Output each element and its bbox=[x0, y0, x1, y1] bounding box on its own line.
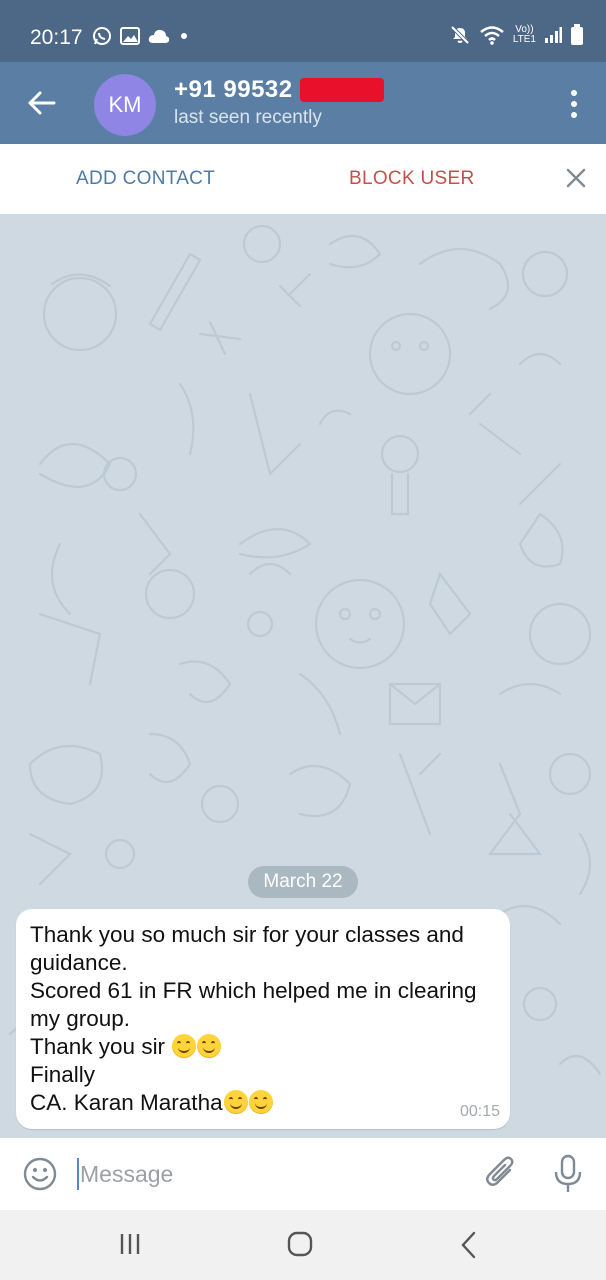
message-line-with-emoji: Thank you sir bbox=[30, 1033, 496, 1061]
message-line: CA. Karan Maratha bbox=[30, 1090, 223, 1115]
message-input[interactable] bbox=[80, 1154, 460, 1194]
cloud-icon bbox=[148, 29, 170, 43]
battery-icon bbox=[571, 24, 583, 45]
status-time: 20:17 bbox=[30, 26, 83, 49]
signal-icon bbox=[545, 27, 562, 43]
date-separator: March 22 bbox=[248, 866, 358, 898]
nav-back-icon[interactable] bbox=[458, 1230, 480, 1260]
close-icon[interactable] bbox=[564, 166, 588, 190]
redaction-mark bbox=[300, 78, 384, 102]
whatsapp-icon bbox=[93, 27, 111, 45]
smiling-face-emoji-icon bbox=[248, 1090, 273, 1114]
back-arrow-icon[interactable] bbox=[24, 86, 58, 120]
message-line: guidance. bbox=[30, 950, 128, 975]
more-options-icon[interactable] bbox=[566, 88, 582, 120]
message-composer bbox=[0, 1138, 606, 1210]
gallery-icon bbox=[120, 27, 140, 45]
text-cursor bbox=[77, 1158, 79, 1190]
attachment-icon[interactable] bbox=[484, 1154, 518, 1192]
chat-header: KM +91 99532 last seen recently bbox=[0, 62, 606, 144]
smiling-face-emoji-icon bbox=[172, 1034, 197, 1058]
status-bar: 20:17 Vo)) LTE1 bbox=[0, 0, 606, 62]
dot-icon bbox=[181, 33, 187, 39]
system-nav-bar bbox=[0, 1210, 606, 1280]
message-text: Thank you so much sir for your classes a… bbox=[30, 921, 496, 1117]
status-left-icons bbox=[92, 26, 190, 46]
contact-name[interactable]: +91 99532 bbox=[174, 76, 293, 104]
message-line: my group. bbox=[30, 1006, 131, 1031]
smiling-face-emoji-icon bbox=[197, 1034, 222, 1058]
message-line-with-emoji: CA. Karan Maratha bbox=[30, 1089, 496, 1117]
mute-icon bbox=[450, 25, 470, 45]
message-bubble[interactable]: Thank you so much sir for your classes a… bbox=[16, 909, 510, 1129]
avatar[interactable]: KM bbox=[94, 74, 156, 136]
message-line: Thank you sir bbox=[30, 1034, 166, 1059]
chat-area[interactable]: March 22 Thank you so much sir for your … bbox=[0, 214, 606, 1138]
block-user-button[interactable]: BLOCK USER bbox=[349, 168, 474, 190]
message-timestamp: 00:15 bbox=[459, 1103, 500, 1120]
volte-icon: Vo)) LTE1 bbox=[513, 25, 536, 45]
message-line: Scored 61 in FR which helped me in clear… bbox=[30, 978, 477, 1003]
status-right-icons: Vo)) LTE1 bbox=[449, 24, 584, 46]
smiling-face-emoji-icon bbox=[223, 1090, 248, 1114]
lte-label: LTE1 bbox=[512, 34, 536, 45]
add-contact-button[interactable]: ADD CONTACT bbox=[76, 168, 215, 190]
microphone-icon[interactable] bbox=[552, 1154, 584, 1194]
message-line: Thank you so much sir for your classes a… bbox=[30, 922, 464, 947]
emoji-icon[interactable] bbox=[22, 1156, 58, 1192]
wifi-icon bbox=[480, 26, 504, 45]
contact-action-bar: ADD CONTACT BLOCK USER bbox=[0, 144, 606, 214]
last-seen-status: last seen recently bbox=[174, 107, 322, 128]
home-icon[interactable] bbox=[286, 1230, 314, 1258]
recent-apps-icon[interactable] bbox=[118, 1232, 142, 1256]
message-line: Finally bbox=[30, 1062, 96, 1087]
